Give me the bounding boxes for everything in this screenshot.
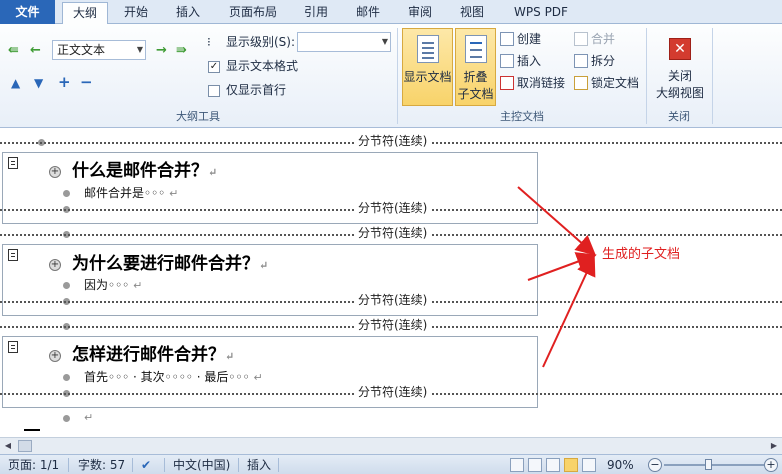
close-group-label: 关闭	[668, 110, 690, 123]
group-divider	[712, 28, 713, 124]
zoom-slider-thumb[interactable]	[705, 459, 712, 470]
tab-file[interactable]: 文件	[0, 0, 55, 24]
close-icon: ✕	[669, 38, 691, 60]
tab-references[interactable]: 引用	[296, 2, 336, 24]
scroll-thumb[interactable]	[18, 440, 32, 452]
unlink-subdocument-button[interactable]: 取消链接	[500, 74, 565, 92]
split-icon	[574, 54, 588, 68]
tab-page-layout[interactable]: 页面布局	[222, 2, 284, 24]
chevron-down-icon: ▼	[136, 45, 143, 54]
show-document-label: 显示文档	[403, 70, 452, 84]
subdocument-callout: 生成的子文档	[602, 247, 681, 262]
page-indicator[interactable]: 页面: 1/1	[8, 455, 59, 474]
tab-insert[interactable]: 插入	[168, 2, 208, 24]
merge-label: 合并	[591, 32, 616, 46]
status-bar: 页面: 1/1 字数: 57 ✔ 中文(中国) 插入 90% − +	[0, 454, 782, 474]
collapse-subdocuments-button[interactable]: 折叠 子文档	[455, 28, 496, 106]
show-text-format-checkbox[interactable]: ✓	[208, 61, 220, 73]
outline-level-value: 正文文本	[57, 43, 106, 57]
tab-review[interactable]: 审阅	[400, 2, 440, 24]
callout-arrow-line	[542, 255, 596, 368]
insert-mode-indicator[interactable]: 插入	[247, 455, 271, 474]
zoom-in-icon[interactable]: +	[764, 458, 778, 472]
move-up-icon[interactable]: ▲	[11, 74, 20, 92]
demote-icon[interactable]: →	[156, 42, 167, 60]
tab-mailings[interactable]: 邮件	[348, 2, 388, 24]
collapse-label-line2: 子文档	[457, 87, 494, 101]
show-document-icon	[416, 35, 439, 63]
callout-arrow-line	[517, 186, 597, 256]
create-icon	[500, 32, 514, 46]
zoom-level[interactable]: 90%	[607, 455, 634, 474]
callout-arrow-line	[527, 252, 597, 281]
unlink-icon	[500, 76, 514, 90]
show-level-combo[interactable]: ▼	[297, 32, 391, 52]
ribbon-tab-bar: 文件 大纲 开始 插入 页面布局 引用 邮件 审阅 视图 WPS PDF	[0, 0, 782, 25]
show-level-icon: ⁝	[207, 35, 211, 49]
outline-level-combo[interactable]: 正文文本 ▼	[52, 40, 146, 60]
lock-document-button[interactable]: 锁定文档	[574, 74, 639, 92]
collapse-subdocuments-icon	[464, 35, 487, 63]
show-level-label: 显示级别(S):	[226, 35, 296, 49]
close-label-line2: 大纲视图	[655, 86, 704, 100]
document-area[interactable]: 分节符(连续) + 什么是邮件合并？↵ 邮件合并是◦◦◦ ↵ 分节符(连续) 分…	[0, 129, 782, 437]
unlink-label: 取消链接	[517, 76, 566, 90]
show-text-format-label: 显示文本格式	[226, 59, 299, 73]
promote-icon[interactable]: ←	[30, 42, 41, 60]
scroll-right-icon[interactable]: ▶	[766, 438, 782, 454]
language-indicator[interactable]: 中文(中国)	[173, 455, 230, 474]
demote-to-body-icon[interactable]: ⇛	[176, 42, 187, 60]
move-down-icon[interactable]: ▼	[34, 74, 43, 92]
proofing-icon[interactable]: ✔	[141, 455, 151, 474]
full-screen-reading-view-icon[interactable]	[528, 458, 542, 472]
word-count[interactable]: 字数: 57	[78, 455, 125, 474]
show-first-line-checkbox[interactable]	[208, 85, 220, 97]
split-label: 拆分	[591, 54, 616, 68]
create-subdocument-button[interactable]: 创建	[500, 30, 541, 48]
tab-home[interactable]: 开始	[116, 2, 156, 24]
master-document-group-label: 主控文档	[500, 110, 544, 123]
tab-wps-pdf[interactable]: WPS PDF	[506, 2, 576, 24]
outline-tools-group-label: 大纲工具	[176, 110, 220, 123]
insert-label: 插入	[517, 54, 542, 68]
zoom-out-icon[interactable]: −	[648, 458, 662, 472]
tab-outline[interactable]: 大纲	[62, 2, 108, 25]
insert-subdocument-button[interactable]: 插入	[500, 52, 541, 70]
zoom-slider-track[interactable]	[664, 464, 764, 466]
insert-icon	[500, 54, 514, 68]
lock-label: 锁定文档	[591, 76, 640, 90]
merge-subdocument-button[interactable]: 合并	[574, 30, 615, 48]
create-label: 创建	[517, 32, 542, 46]
close-outline-view-button[interactable]: ✕ 关闭 大纲视图	[652, 28, 708, 106]
collapse-icon[interactable]: −	[80, 73, 93, 91]
show-first-line-label: 仅显示首行	[226, 83, 287, 97]
outline-view-icon[interactable]	[564, 458, 578, 472]
tab-view[interactable]: 视图	[452, 2, 492, 24]
chevron-down-icon: ▼	[381, 37, 388, 46]
draft-view-icon[interactable]	[582, 458, 596, 472]
close-label-line1: 关闭	[667, 69, 692, 83]
collapse-label-line1: 折叠	[463, 70, 488, 84]
lock-icon	[574, 76, 588, 90]
expand-icon[interactable]: +	[58, 73, 71, 91]
ribbon: ⇚ ← 正文文本 ▼ → ⇛ ▲ ▼ + − ⁝ 显示级别(S): ▼ ✓ 显示…	[0, 24, 782, 128]
horizontal-scrollbar[interactable]: ◀ ▶	[0, 437, 782, 454]
web-layout-view-icon[interactable]	[546, 458, 560, 472]
split-subdocument-button[interactable]: 拆分	[574, 52, 615, 70]
print-layout-view-icon[interactable]	[510, 458, 524, 472]
merge-icon	[574, 32, 588, 46]
promote-to-heading1-icon[interactable]: ⇚	[8, 42, 19, 60]
show-document-button[interactable]: 显示文档	[402, 28, 453, 106]
callout-arrows	[517, 186, 597, 368]
scroll-left-icon[interactable]: ◀	[0, 438, 16, 454]
